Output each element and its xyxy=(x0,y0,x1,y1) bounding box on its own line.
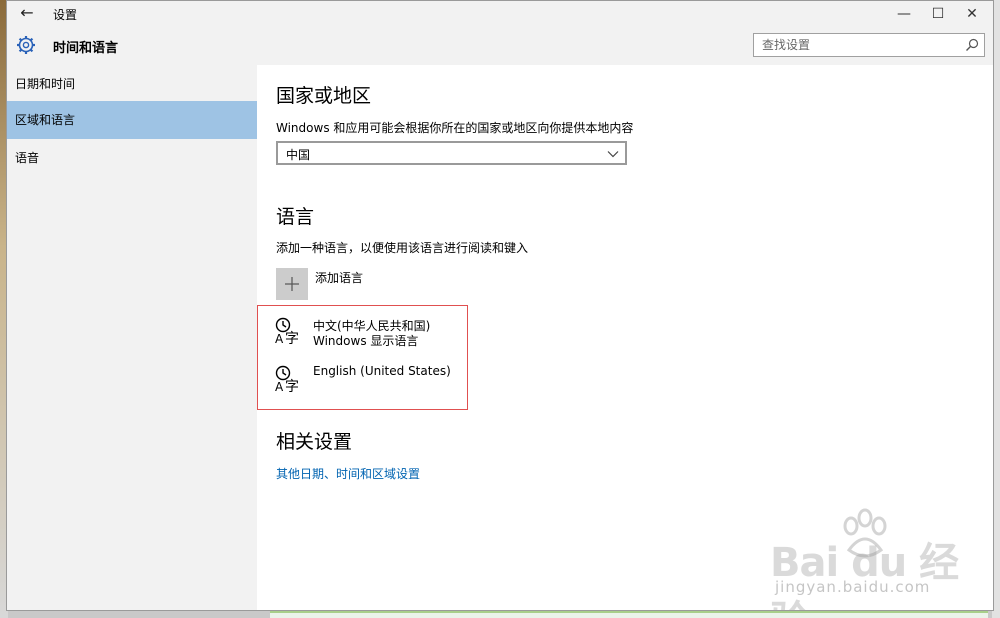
search-icon[interactable] xyxy=(964,37,980,53)
maximize-button[interactable]: ☐ xyxy=(921,1,955,27)
gear-icon xyxy=(17,36,35,54)
sidebar-item-date-time[interactable]: 日期和时间 xyxy=(7,65,257,103)
region-description: Windows 和应用可能会根据你所在的国家或地区向你提供本地内容 xyxy=(276,121,634,135)
baidu-watermark: Bai du 经验 jingyan.baidu.com xyxy=(765,506,965,610)
back-arrow-icon[interactable]: ← xyxy=(17,3,37,23)
settings-window: ← 设置 — ☐ ✕ 时间和语言 日期和时间 区域和语言 语音 xyxy=(6,0,994,611)
window-title: 设置 xyxy=(53,8,78,22)
language-icon: A 字 xyxy=(275,317,299,346)
page-header: 时间和语言 xyxy=(7,27,993,65)
language-icon: A 字 xyxy=(275,365,299,394)
svg-text:字: 字 xyxy=(285,379,299,394)
language-list-highlight: A 字 中文(中华人民共和国) Windows 显示语言 A 字 English… xyxy=(257,305,468,410)
close-button[interactable]: ✕ xyxy=(955,1,989,27)
desktop-background-bottom xyxy=(270,611,988,618)
page-title: 时间和语言 xyxy=(53,41,119,56)
language-heading: 语言 xyxy=(276,206,315,228)
sidebar: 日期和时间 区域和语言 语音 xyxy=(7,65,257,610)
svg-text:字: 字 xyxy=(285,331,299,346)
language-item-name[interactable]: English (United States) xyxy=(313,364,451,378)
chevron-down-icon xyxy=(607,151,619,158)
language-description: 添加一种语言，以便使用该语言进行阅读和键入 xyxy=(276,241,529,255)
sidebar-item-region-language[interactable]: 区域和语言 xyxy=(7,101,257,139)
minimize-button[interactable]: — xyxy=(887,1,921,27)
related-heading: 相关设置 xyxy=(276,431,353,453)
watermark-brand: Bai du 经验 xyxy=(770,540,959,610)
add-language-button[interactable] xyxy=(276,268,308,300)
sidebar-item-speech[interactable]: 语音 xyxy=(7,139,257,177)
country-dropdown-value: 中国 xyxy=(286,148,311,162)
title-bar: ← 设置 — ☐ ✕ xyxy=(7,1,993,27)
svg-text:A: A xyxy=(275,332,284,346)
language-item-subtitle: Windows 显示语言 xyxy=(313,334,419,348)
watermark-url: jingyan.baidu.com xyxy=(775,578,931,596)
search-input[interactable] xyxy=(754,34,959,56)
search-box[interactable] xyxy=(753,33,985,57)
plus-icon xyxy=(285,277,299,291)
svg-text:A: A xyxy=(275,380,284,394)
country-dropdown[interactable]: 中国 xyxy=(276,141,627,165)
add-language-label[interactable]: 添加语言 xyxy=(315,269,363,286)
other-date-time-region-link[interactable]: 其他日期、时间和区域设置 xyxy=(276,465,420,482)
region-heading: 国家或地区 xyxy=(276,85,372,107)
